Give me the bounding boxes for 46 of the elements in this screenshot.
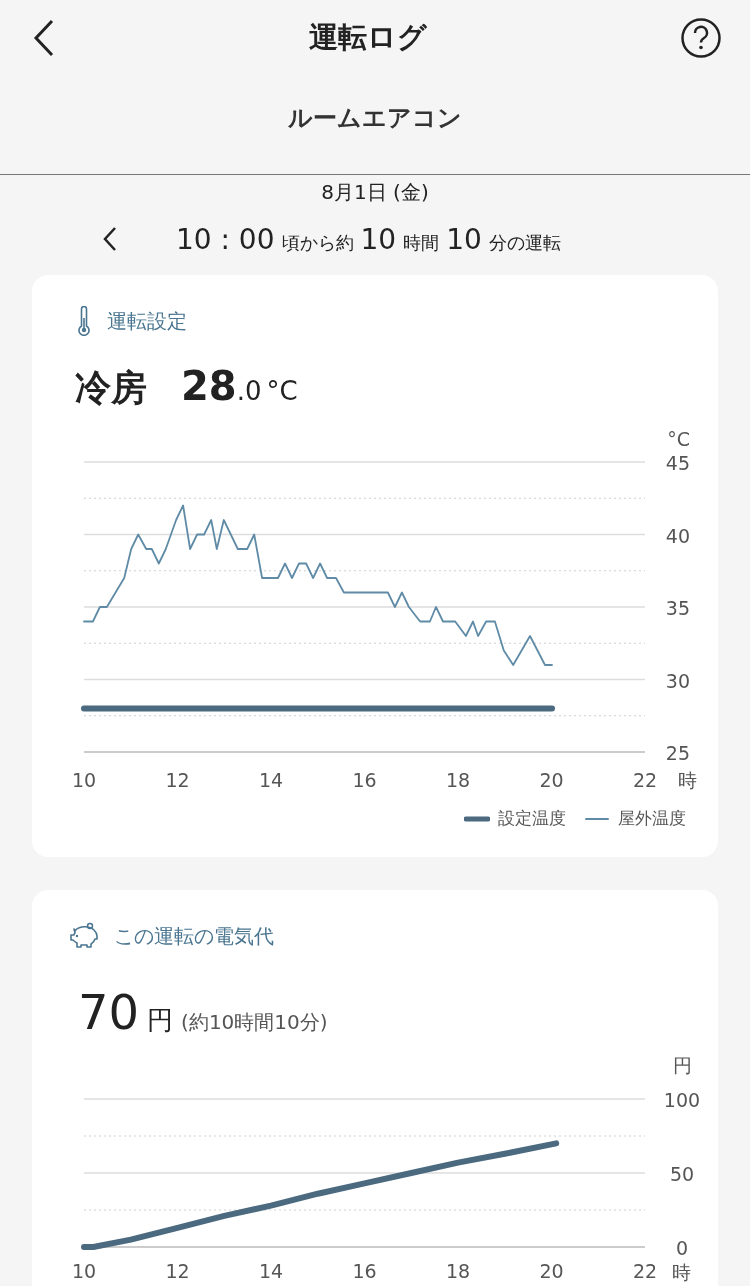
device-name: ルームエアコン — [287, 103, 463, 134]
legend-label: 設定温度 — [498, 807, 566, 830]
axis-unit: °C — [667, 429, 690, 450]
thermometer-icon — [77, 306, 91, 336]
axis-label: 22 — [632, 1260, 658, 1282]
axis-label: 10 — [71, 769, 97, 791]
help-icon[interactable] — [680, 17, 722, 59]
axis-label: 16 — [352, 769, 377, 791]
axis-label: 14 — [258, 769, 284, 791]
session-summary: 10 : 00 頃から約 10 時間 10 分の運転 — [176, 222, 561, 256]
axis-label: 16 — [352, 1260, 377, 1282]
legend-label: 屋外温度 — [618, 807, 686, 830]
card-title: この運転の電気代 — [114, 922, 274, 950]
axis-label: 25 — [665, 742, 690, 764]
axis-label: 50 — [669, 1163, 695, 1185]
axis-label: 100 — [663, 1089, 701, 1111]
axis-unit: 時 — [672, 1261, 691, 1283]
currency-unit: 円 — [147, 1004, 174, 1037]
axis-unit: 円 — [672, 1054, 692, 1076]
axis-label: 14 — [258, 1260, 284, 1282]
page-title: 運転ログ — [309, 19, 427, 56]
set-temperature: 28.0 °C — [181, 363, 298, 409]
axis-label: 20 — [539, 1260, 564, 1282]
previous-icon[interactable] — [102, 226, 118, 252]
duration-label: (約10時間10分) — [181, 1009, 328, 1036]
back-icon[interactable] — [32, 18, 56, 58]
axis-label: 20 — [539, 769, 564, 791]
axis-label: 0 — [675, 1237, 689, 1259]
legend-swatch — [464, 815, 490, 822]
legend-swatch — [584, 815, 610, 822]
mode-label: 冷房 — [75, 366, 147, 410]
axis-label: 30 — [665, 669, 690, 692]
axis-unit: 時 — [678, 769, 697, 791]
axis-label: 18 — [445, 1260, 471, 1282]
axis-label: 12 — [165, 769, 190, 791]
card-title: 運転設定 — [107, 307, 187, 335]
axis-label: 10 — [71, 1260, 97, 1282]
axis-label: 35 — [665, 597, 690, 619]
date-label: 8月1日 (金) — [320, 179, 430, 206]
piggy-bank-icon — [68, 922, 100, 950]
axis-label: 45 — [665, 452, 690, 474]
axis-label: 18 — [445, 769, 471, 791]
axis-label: 12 — [165, 1260, 190, 1282]
axis-label: 22 — [632, 769, 658, 791]
axis-label: 40 — [665, 524, 690, 547]
cost-amount: 70 — [78, 984, 140, 1040]
